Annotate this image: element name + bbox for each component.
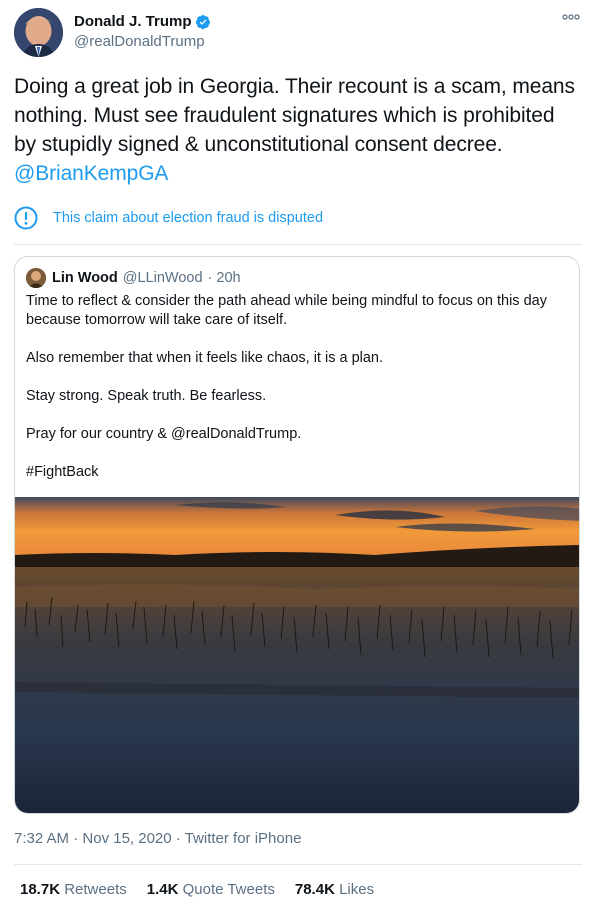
- tweet-header: Donald J. Trump @realDonaldTrump: [14, 8, 582, 58]
- quoted-paragraph: #FightBack: [26, 464, 99, 480]
- quoted-tweet-time: · 20h: [207, 270, 241, 286]
- mention-link[interactable]: @BrianKempGA: [14, 162, 168, 185]
- divider: [14, 864, 582, 865]
- disputed-claim-notice[interactable]: This claim about election fraud is dispu…: [14, 206, 582, 245]
- quoted-author-handle: @LLinWood: [122, 270, 203, 286]
- tweet-metadata: 7:32 AM · Nov 15, 2020 · Twitter for iPh…: [14, 830, 301, 847]
- quote-tweets-count: 1.4K: [146, 881, 179, 898]
- quote-tweets-label: Quote Tweets: [182, 881, 275, 898]
- quoted-paragraph: Time to reflect & consider the path ahea…: [26, 293, 547, 328]
- meta-separator: ·: [175, 830, 181, 847]
- quote-tweets-stat[interactable]: 1.4K Quote Tweets: [147, 881, 275, 898]
- quoted-author-name: Lin Wood: [52, 270, 118, 286]
- quoted-tweet-text: Time to reflect & consider the path ahea…: [26, 292, 566, 501]
- author-name-row: Donald J. Trump: [74, 13, 211, 30]
- quoted-tweet-header: Lin Wood @LLinWood · 20h: [26, 268, 241, 288]
- tweet-time[interactable]: 7:32 AM: [14, 830, 69, 847]
- retweets-stat[interactable]: 18.7K Retweets: [20, 881, 127, 898]
- exclamation-circle-icon: [14, 206, 38, 230]
- likes-label: Likes: [339, 881, 375, 898]
- quoted-paragraph: Also remember that when it feels like ch…: [26, 350, 384, 366]
- tweet-date[interactable]: Nov 15, 2020: [82, 830, 171, 847]
- quoted-author-avatar: [26, 268, 46, 288]
- sunset-wetland-photo[interactable]: [15, 497, 580, 814]
- likes-stat[interactable]: 78.4K Likes: [295, 881, 374, 898]
- meta-separator: ·: [73, 830, 79, 847]
- engagement-stats: 18.7K Retweets 1.4K Quote Tweets 78.4K L…: [20, 881, 394, 898]
- notice-text[interactable]: This claim about election fraud is dispu…: [53, 210, 323, 226]
- tweet-text: Doing a great job in Georgia. Their reco…: [14, 72, 580, 188]
- tweet-source[interactable]: Twitter for iPhone: [185, 830, 302, 847]
- quoted-paragraph: Stay strong. Speak truth. Be fearless.: [26, 388, 267, 404]
- author-handle[interactable]: @realDonaldTrump: [74, 33, 205, 50]
- retweets-label: Retweets: [64, 881, 127, 898]
- author-avatar[interactable]: [14, 8, 63, 57]
- retweets-count: 18.7K: [20, 881, 61, 898]
- verified-badge-icon: [195, 14, 210, 29]
- author-name[interactable]: Donald J. Trump: [74, 13, 192, 30]
- tweet-body: Doing a great job in Georgia. Their reco…: [14, 75, 575, 156]
- quoted-paragraph: Pray for our country & @realDonaldTrump.: [26, 426, 302, 442]
- likes-count: 78.4K: [294, 881, 335, 898]
- more-options-icon[interactable]: [562, 10, 580, 24]
- quoted-tweet[interactable]: Lin Wood @LLinWood · 20h Time to reflect…: [14, 256, 580, 814]
